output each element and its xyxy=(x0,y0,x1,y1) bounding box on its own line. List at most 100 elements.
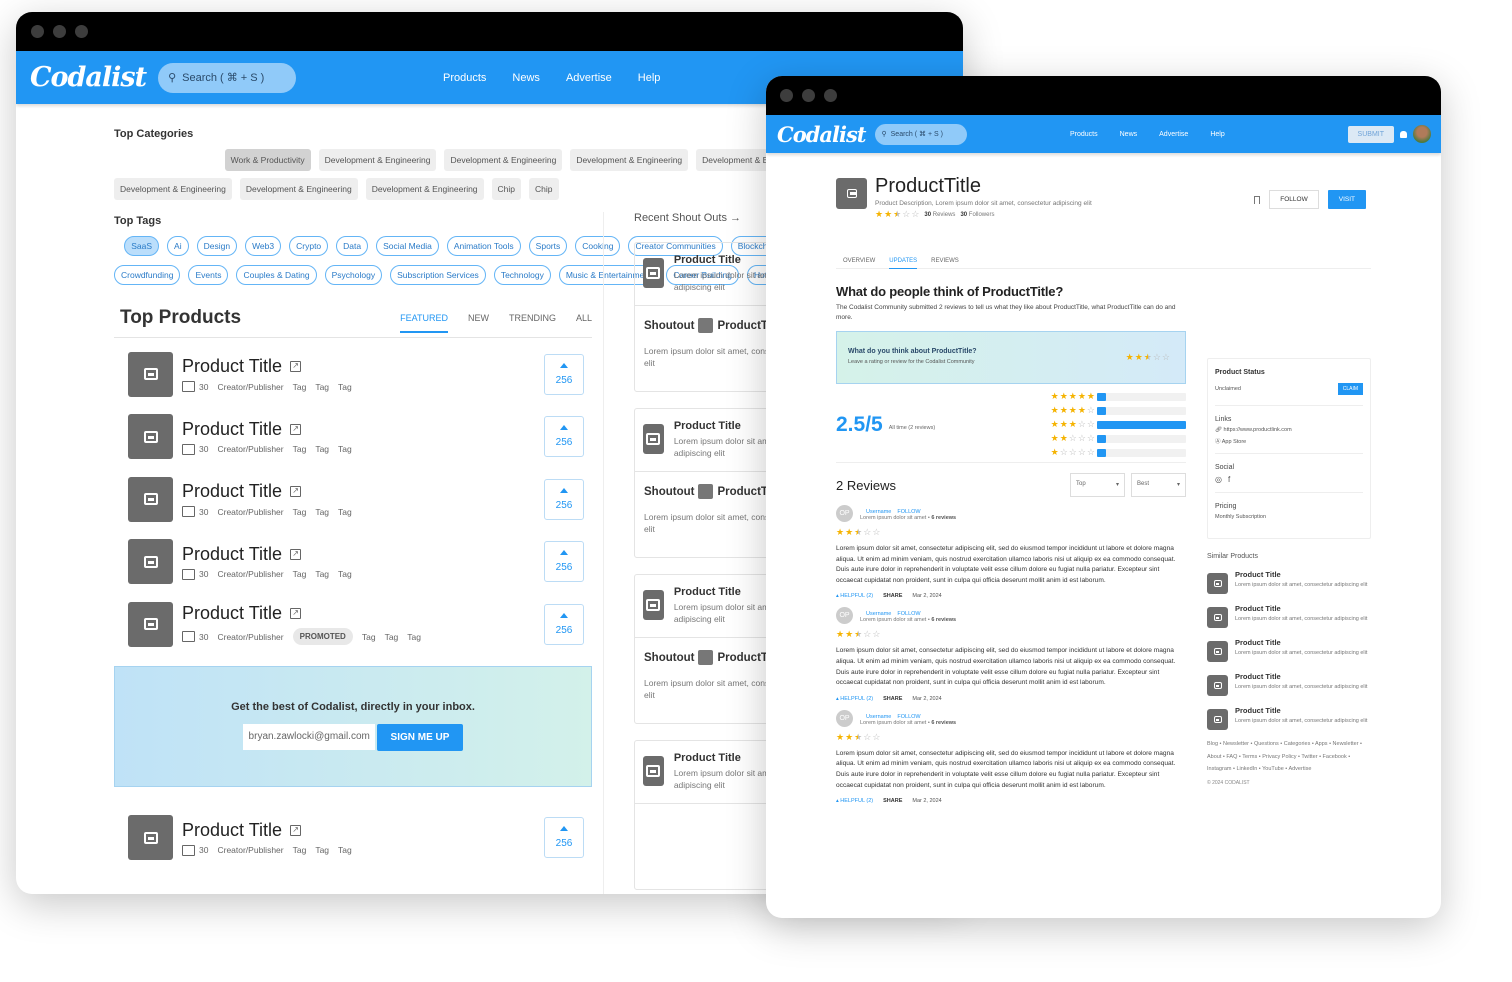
nav-link-advertise[interactable]: Advertise xyxy=(1159,131,1188,138)
product-row[interactable]: Product Title ↗ 30 Creator/Publisher Tag Tag T… xyxy=(114,807,592,870)
product-tag[interactable]: Tag xyxy=(293,382,307,392)
footer-link[interactable]: Instagram xyxy=(1207,766,1231,772)
external-link-icon[interactable]: ↗ xyxy=(290,486,302,498)
similar-product[interactable]: Product Title Lorem ipsum dolor sit amet,… xyxy=(1207,604,1371,628)
product-tag[interactable]: Tag xyxy=(315,845,329,855)
minimize-dot[interactable] xyxy=(53,25,66,38)
tag-chip[interactable]: Technology xyxy=(493,265,551,285)
bell-icon[interactable] xyxy=(1400,130,1407,138)
product-title[interactable]: Product Title xyxy=(182,544,282,565)
helpful-button[interactable]: ▴ HELPFUL (2) xyxy=(836,696,873,702)
upvote-button[interactable]: 256 xyxy=(544,416,584,458)
footer-link[interactable]: Blog xyxy=(1207,741,1218,747)
nav-link-news[interactable]: News xyxy=(512,72,540,84)
footer-link[interactable]: About xyxy=(1207,754,1221,760)
creator-name[interactable]: Creator/Publisher xyxy=(217,845,283,855)
tag-chip[interactable]: Cooking xyxy=(575,236,621,256)
footer-link[interactable]: Newsletter xyxy=(1223,741,1249,747)
product-link[interactable]: https://www.productlink.com xyxy=(1224,427,1292,433)
tag-chip[interactable]: Animation Tools xyxy=(446,236,521,256)
product-tag[interactable]: Tag xyxy=(338,382,352,392)
product-tag[interactable]: Tag xyxy=(338,845,352,855)
tag-chip[interactable]: Crypto xyxy=(289,236,329,256)
product-row[interactable]: Product Title ↗ 30 Creator/Publisher Tag Tag T… xyxy=(114,343,592,406)
search-input[interactable]: ⚲ Search ( ⌘ + S ) xyxy=(158,62,297,93)
external-link-icon[interactable]: ↗ xyxy=(290,824,302,836)
user-avatar[interactable] xyxy=(1413,125,1431,143)
footer-link[interactable]: Newsletter xyxy=(1333,741,1359,747)
category-chip[interactable]: Development & Engineering xyxy=(114,178,232,200)
external-link-icon[interactable]: ↗ xyxy=(290,361,302,373)
user-avatar[interactable]: OP xyxy=(836,607,853,625)
category-chip[interactable]: Chip xyxy=(529,178,559,200)
upvote-button[interactable]: 256 xyxy=(544,353,584,395)
creator-name[interactable]: Creator/Publisher xyxy=(217,632,283,642)
tag-chip[interactable]: Couples & Dating xyxy=(236,265,317,285)
similar-title[interactable]: Product Title xyxy=(1235,570,1367,579)
footer-link[interactable]: YouTube xyxy=(1262,766,1284,772)
product-row[interactable]: Product Title ↗ 30 Creator/Publisher PROMOTE… xyxy=(114,593,592,656)
category-chip[interactable]: Development & Engineering xyxy=(570,149,689,171)
sign-up-button[interactable]: SIGN ME UP xyxy=(376,724,464,751)
share-button[interactable]: SHARE xyxy=(883,593,902,599)
follow-button[interactable]: FOLLOW xyxy=(1269,190,1319,209)
category-chip[interactable]: Work & Productivity xyxy=(224,149,311,171)
facebook-icon[interactable]: f xyxy=(1228,475,1230,484)
category-chip[interactable]: Development & Engineering xyxy=(365,178,484,200)
product-tag[interactable]: Tag xyxy=(315,569,329,579)
similar-title[interactable]: Product Title xyxy=(1235,706,1367,715)
external-link-icon[interactable]: ↗ xyxy=(290,423,302,435)
category-chip[interactable]: Development & Engineering xyxy=(239,178,358,200)
tag-chip[interactable]: Events xyxy=(188,265,229,285)
footer-link[interactable]: Facebook xyxy=(1323,754,1347,760)
submit-button[interactable]: SUBMIT xyxy=(1347,125,1394,143)
helpful-button[interactable]: ▴ HELPFUL (2) xyxy=(836,593,873,599)
product-tag[interactable]: Tag xyxy=(293,507,307,517)
helpful-button[interactable]: ▴ HELPFUL (2) xyxy=(836,798,873,804)
tag-chip[interactable]: Data xyxy=(336,236,369,256)
product-row[interactable]: Product Title ↗ 30 Creator/Publisher Tag Tag T… xyxy=(114,468,592,531)
tag-chip[interactable]: Psychology xyxy=(324,265,383,285)
product-tag[interactable]: Tag xyxy=(315,444,329,454)
upvote-button[interactable]: 256 xyxy=(544,478,584,520)
maximize-dot[interactable] xyxy=(824,89,837,102)
creator-name[interactable]: Creator/Publisher xyxy=(217,507,283,517)
product-tag[interactable]: Tag xyxy=(407,632,421,642)
nav-link-help[interactable]: Help xyxy=(1210,131,1224,138)
upvote-button[interactable]: 256 xyxy=(544,817,584,859)
footer-link[interactable]: LinkedIn xyxy=(1236,766,1257,772)
product-row[interactable]: Product Title ↗ 30 Creator/Publisher Tag Tag T… xyxy=(114,406,592,469)
similar-product[interactable]: Product Title Lorem ipsum dolor sit amet,… xyxy=(1207,706,1371,730)
tab-reviews[interactable]: REVIEWS xyxy=(931,258,959,264)
nav-link-news[interactable]: News xyxy=(1120,131,1138,138)
tab-trending[interactable]: TRENDING xyxy=(509,313,556,323)
nav-link-products[interactable]: Products xyxy=(443,72,486,84)
footer-link[interactable]: Apps xyxy=(1315,741,1328,747)
instagram-icon[interactable]: ◎ xyxy=(1215,475,1222,484)
category-chip[interactable]: Development & Engineering xyxy=(444,149,563,171)
similar-title[interactable]: Product Title xyxy=(1235,672,1367,681)
product-tag[interactable]: Tag xyxy=(293,444,307,454)
share-button[interactable]: SHARE xyxy=(883,798,902,804)
product-title[interactable]: Product Title xyxy=(182,481,282,502)
tab-new[interactable]: NEW xyxy=(468,313,489,323)
tag-chip[interactable]: Crowdfunding xyxy=(114,265,181,285)
product-tag[interactable]: Tag xyxy=(315,382,329,392)
visit-button[interactable]: VISIT xyxy=(1327,190,1366,209)
footer-link[interactable]: Advertise xyxy=(1288,766,1311,772)
tag-chip[interactable]: Subscription Services xyxy=(390,265,486,285)
user-avatar[interactable]: OP xyxy=(836,505,853,522)
similar-product[interactable]: Product Title Lorem ipsum dolor sit amet,… xyxy=(1207,672,1371,696)
footer-link[interactable]: Terms xyxy=(1242,754,1257,760)
tag-chip[interactable]: Social Media xyxy=(376,236,439,256)
product-tag[interactable]: Tag xyxy=(338,507,352,517)
rate-stars-input[interactable]: ★ ★ ★ ☆ ☆ xyxy=(1126,352,1170,363)
close-dot[interactable] xyxy=(780,89,793,102)
nav-link-advertise[interactable]: Advertise xyxy=(566,72,612,84)
similar-product[interactable]: Product Title Lorem ipsum dolor sit amet,… xyxy=(1207,570,1371,594)
creator-name[interactable]: Creator/Publisher xyxy=(217,382,283,392)
close-dot[interactable] xyxy=(31,25,44,38)
footer-link[interactable]: FAQ xyxy=(1226,754,1237,760)
similar-product[interactable]: Product Title Lorem ipsum dolor sit amet,… xyxy=(1207,638,1371,662)
user-avatar[interactable]: OP xyxy=(836,709,853,727)
